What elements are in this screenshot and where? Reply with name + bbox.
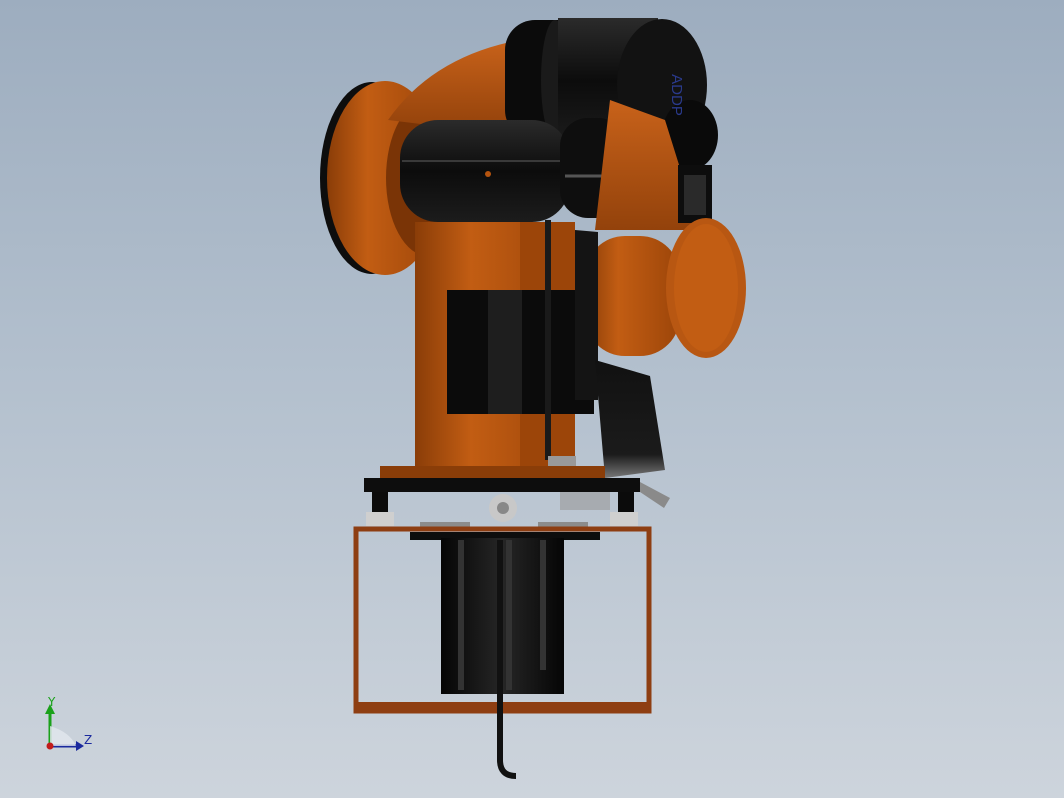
part-label: ADDP xyxy=(668,74,685,116)
origin-point xyxy=(46,742,54,750)
y-axis-label: Y xyxy=(48,695,56,709)
cad-viewport[interactable]: ADDP Y Z xyxy=(0,0,1064,798)
triad-axes xyxy=(45,704,84,751)
z-axis-arrow xyxy=(76,741,84,751)
elbow-housing xyxy=(585,100,746,358)
base-column xyxy=(415,220,594,470)
lower-frame xyxy=(353,526,652,779)
coordinate-triad: Y Z xyxy=(34,696,104,760)
z-axis-label: Z xyxy=(84,733,93,747)
shoulder-motor-cover xyxy=(400,118,626,222)
robot-arm-model[interactable]: ADDP xyxy=(0,0,1064,798)
